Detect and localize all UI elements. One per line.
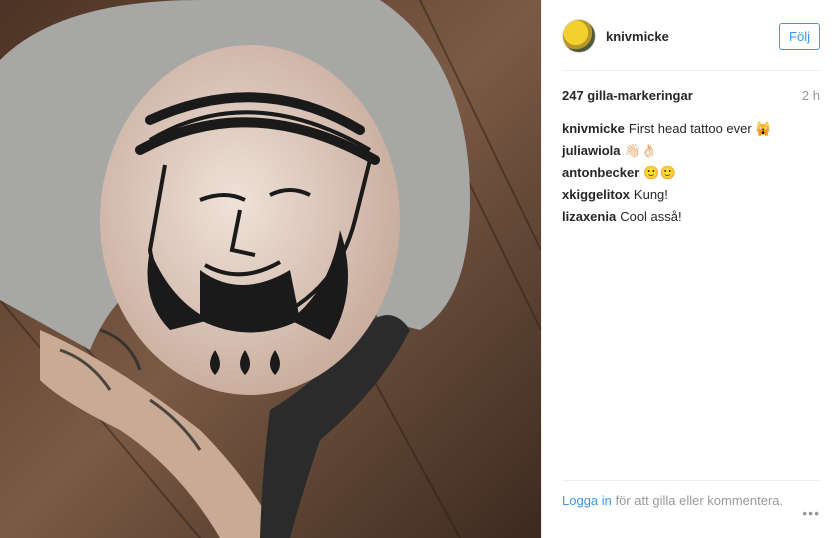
login-link[interactable]: Logga in: [562, 493, 612, 508]
login-prompt-text: för att gilla eller kommentera.: [615, 493, 784, 508]
footer-divider: [562, 480, 820, 481]
comment-text: 🙂🙂: [643, 165, 676, 180]
comment-text: Kung!: [633, 187, 668, 202]
avatar[interactable]: [562, 19, 596, 53]
comment-username[interactable]: knivmicke: [562, 121, 625, 136]
comment-text: First head tattoo ever 🙀: [628, 121, 772, 136]
follow-button[interactable]: Följ: [779, 22, 820, 50]
post-header: knivmicke Följ: [562, 16, 820, 56]
username-link[interactable]: knivmicke: [606, 29, 669, 44]
likes-count[interactable]: 247 gilla-markeringar: [562, 88, 693, 103]
comment-username[interactable]: lizaxenia: [562, 209, 616, 224]
comment-username[interactable]: xkiggelitox: [562, 187, 630, 202]
likes-row: 247 gilla-markeringar 2 h: [562, 88, 820, 103]
comment-item: xkiggelitox Kung!: [562, 187, 820, 203]
comment-text: Cool asså!: [620, 209, 682, 224]
comment-text: 👋🏻👌🏻: [624, 143, 657, 158]
comment-item: juliawiola 👋🏻👌🏻: [562, 143, 820, 159]
comment-item: knivmicke First head tattoo ever 🙀: [562, 121, 820, 137]
header-divider: [562, 70, 820, 71]
tattoo-photo-image: [0, 0, 541, 538]
post-time[interactable]: 2 h: [802, 88, 820, 103]
more-options-icon[interactable]: •••: [802, 505, 820, 521]
comment-item: lizaxenia Cool asså!: [562, 209, 820, 225]
comments-list: knivmicke First head tattoo ever 🙀 juliaw…: [562, 121, 820, 231]
post-photo[interactable]: [0, 0, 541, 538]
comment-item: antonbecker 🙂🙂: [562, 165, 820, 181]
comment-username[interactable]: antonbecker: [562, 165, 639, 180]
post-sidebar: knivmicke Följ 247 gilla-markeringar 2 h…: [541, 0, 836, 538]
login-prompt: Logga in för att gilla eller kommentera.: [562, 493, 820, 509]
comment-username[interactable]: juliawiola: [562, 143, 621, 158]
